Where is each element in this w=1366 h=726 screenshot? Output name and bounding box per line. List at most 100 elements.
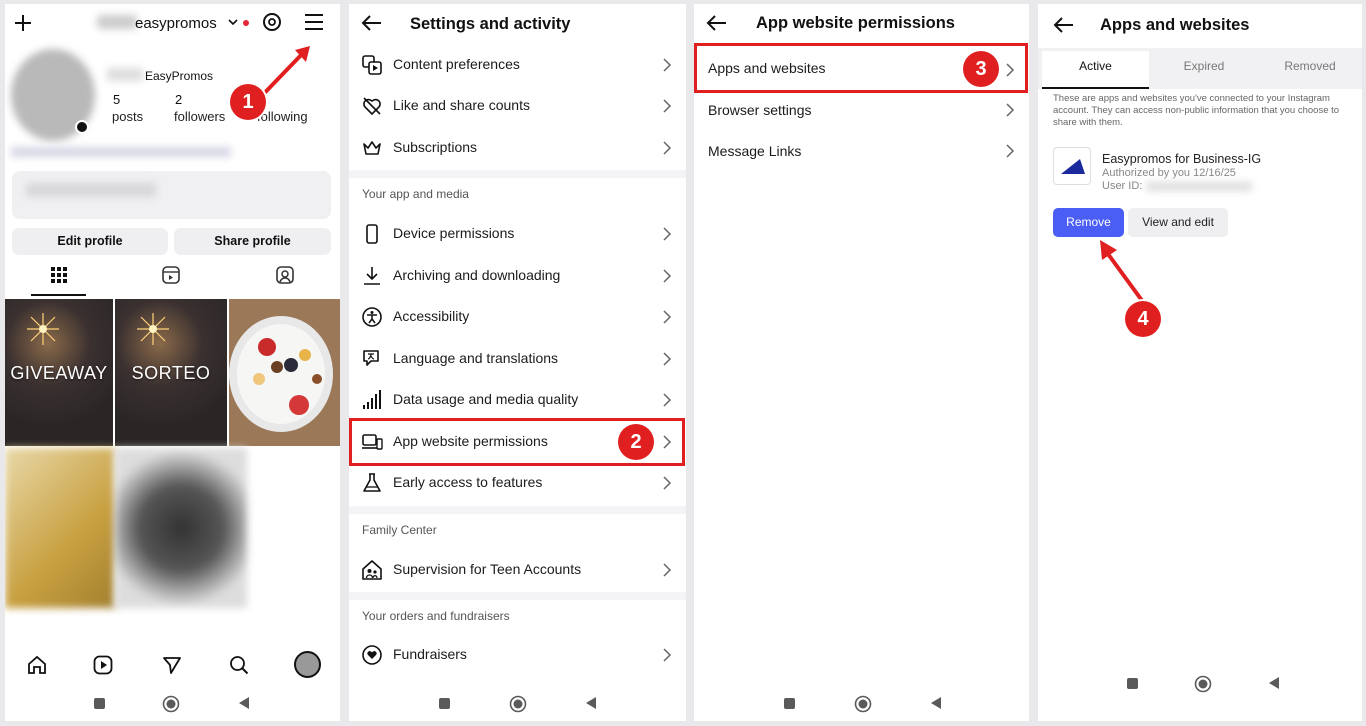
- home-circle-icon[interactable]: [1194, 675, 1212, 693]
- app-website-permissions-screen: App website permissions Apps and website…: [694, 4, 1029, 721]
- heart-slash-icon: [363, 97, 381, 116]
- active-tab-indicator: [31, 294, 86, 296]
- post-tile[interactable]: [5, 448, 115, 608]
- accessibility-icon: [362, 307, 382, 327]
- tab-expired[interactable]: Expired: [1150, 59, 1258, 73]
- chevron-right-icon: [663, 310, 672, 324]
- app-user-id-label: User ID:: [1102, 180, 1143, 192]
- settings-item-label: Supervision for Teen Accounts: [393, 561, 582, 577]
- post-tile[interactable]: [115, 448, 247, 608]
- recents-icon[interactable]: [1127, 678, 1138, 689]
- settings-item-subscriptions[interactable]: Subscriptions: [349, 127, 686, 168]
- chevron-right-icon: [663, 393, 672, 407]
- display-name: EasyPromos: [145, 69, 214, 83]
- search-icon[interactable]: [229, 655, 249, 675]
- posts-label[interactable]: posts: [112, 109, 143, 124]
- home-circle-icon[interactable]: [509, 695, 527, 713]
- recents-icon[interactable]: [439, 698, 450, 709]
- back-triangle-icon[interactable]: [930, 696, 942, 710]
- tab-removed[interactable]: Removed: [1258, 59, 1362, 73]
- permission-item-browser-settings[interactable]: Browser settings: [694, 89, 1029, 130]
- recents-icon[interactable]: [784, 698, 795, 709]
- yogurt-bowl-image: [229, 299, 340, 446]
- settings-item-data-usage[interactable]: Data usage and media quality: [349, 379, 686, 420]
- share-profile-button[interactable]: Share profile: [174, 228, 331, 255]
- download-icon: [364, 267, 380, 285]
- menu-icon[interactable]: [304, 13, 324, 31]
- settings-item-archiving-downloading[interactable]: Archiving and downloading: [349, 255, 686, 296]
- back-triangle-icon[interactable]: [238, 696, 250, 710]
- highlights-box[interactable]: [12, 171, 331, 219]
- home-circle-icon[interactable]: [162, 695, 180, 713]
- profile-top-bar: easypromos: [5, 4, 340, 42]
- settings-item-label: Data usage and media quality: [393, 391, 579, 407]
- profile-tab-avatar[interactable]: [294, 651, 321, 678]
- grid-icon[interactable]: [51, 267, 67, 283]
- threads-icon[interactable]: [262, 12, 282, 32]
- crown-icon: [363, 141, 381, 155]
- page-title: App website permissions: [756, 14, 955, 32]
- followers-label[interactable]: followers: [174, 109, 225, 124]
- reels-tab-icon[interactable]: [93, 655, 113, 675]
- followers-count: 2: [175, 92, 183, 107]
- home-icon[interactable]: [27, 655, 47, 675]
- plus-icon[interactable]: [13, 13, 33, 33]
- back-arrow-icon[interactable]: [1053, 16, 1075, 34]
- tagged-icon[interactable]: [275, 265, 295, 285]
- page-title: Settings and activity: [410, 15, 571, 33]
- section-divider: [349, 506, 686, 514]
- post-tile[interactable]: GIVEAWAY: [5, 299, 113, 446]
- reels-icon[interactable]: [161, 265, 181, 285]
- annotation-arrow-icon: [1100, 240, 1148, 308]
- chevron-right-icon: [663, 476, 672, 490]
- back-arrow-icon[interactable]: [706, 14, 728, 32]
- back-triangle-icon[interactable]: [1268, 676, 1280, 690]
- settings-item-label: Device permissions: [393, 225, 515, 241]
- phone-icon: [366, 224, 378, 244]
- back-triangle-icon[interactable]: [585, 696, 597, 710]
- chevron-right-icon: [1006, 144, 1015, 158]
- back-arrow-icon[interactable]: [361, 14, 383, 32]
- post-caption: SORTEO: [131, 363, 211, 383]
- tab-label: Active: [1079, 59, 1112, 73]
- add-story-icon[interactable]: [75, 120, 89, 134]
- post-tile[interactable]: SORTEO: [115, 299, 227, 446]
- edit-profile-button[interactable]: Edit profile: [12, 228, 168, 255]
- fundraiser-icon: [362, 645, 382, 665]
- recents-icon[interactable]: [94, 698, 105, 709]
- name-redacted: [107, 68, 143, 81]
- post-caption: GIVEAWAY: [10, 363, 108, 383]
- step-badge: 4: [1125, 301, 1161, 337]
- chevron-right-icon: [663, 58, 672, 72]
- settings-item-language-translations[interactable]: Language and translations: [349, 338, 686, 379]
- permission-item-message-links[interactable]: Message Links: [694, 130, 1029, 171]
- settings-item-label: Early access to features: [393, 474, 543, 490]
- settings-item-teen-supervision[interactable]: Supervision for Teen Accounts: [349, 549, 686, 590]
- settings-item-accessibility[interactable]: Accessibility: [349, 296, 686, 337]
- settings-item-fundraisers[interactable]: Fundraisers: [349, 634, 686, 675]
- section-heading-app-media: Your app and media: [362, 187, 469, 201]
- system-nav-bar: [5, 690, 340, 720]
- sparkler-icon: [137, 313, 169, 345]
- settings-item-like-share-counts[interactable]: Like and share counts: [349, 85, 686, 126]
- settings-item-label: Archiving and downloading: [393, 267, 561, 283]
- username[interactable]: easypromos: [135, 15, 217, 32]
- page-title: Apps and websites: [1100, 16, 1250, 34]
- post-tile[interactable]: [229, 299, 340, 446]
- chevron-down-icon[interactable]: [228, 19, 238, 27]
- user-id-redacted: [1146, 182, 1252, 191]
- settings-item-early-access[interactable]: Early access to features: [349, 462, 686, 503]
- app-authorized: Authorized by you 12/16/25: [1102, 167, 1236, 179]
- settings-item-content-preferences[interactable]: Content preferences: [349, 44, 686, 85]
- step-badge: 1: [230, 84, 266, 120]
- send-icon[interactable]: [162, 655, 182, 675]
- chevron-right-icon: [663, 352, 672, 366]
- section-divider: [349, 170, 686, 178]
- home-circle-icon[interactable]: [854, 695, 872, 713]
- settings-item-label: Language and translations: [393, 350, 559, 366]
- apps-websites-screen: Apps and websites Active Expired Removed…: [1038, 4, 1362, 721]
- settings-item-label: Content preferences: [393, 56, 520, 72]
- chevron-right-icon: [1006, 103, 1015, 117]
- settings-item-label: Like and share counts: [393, 97, 530, 113]
- settings-item-device-permissions[interactable]: Device permissions: [349, 213, 686, 254]
